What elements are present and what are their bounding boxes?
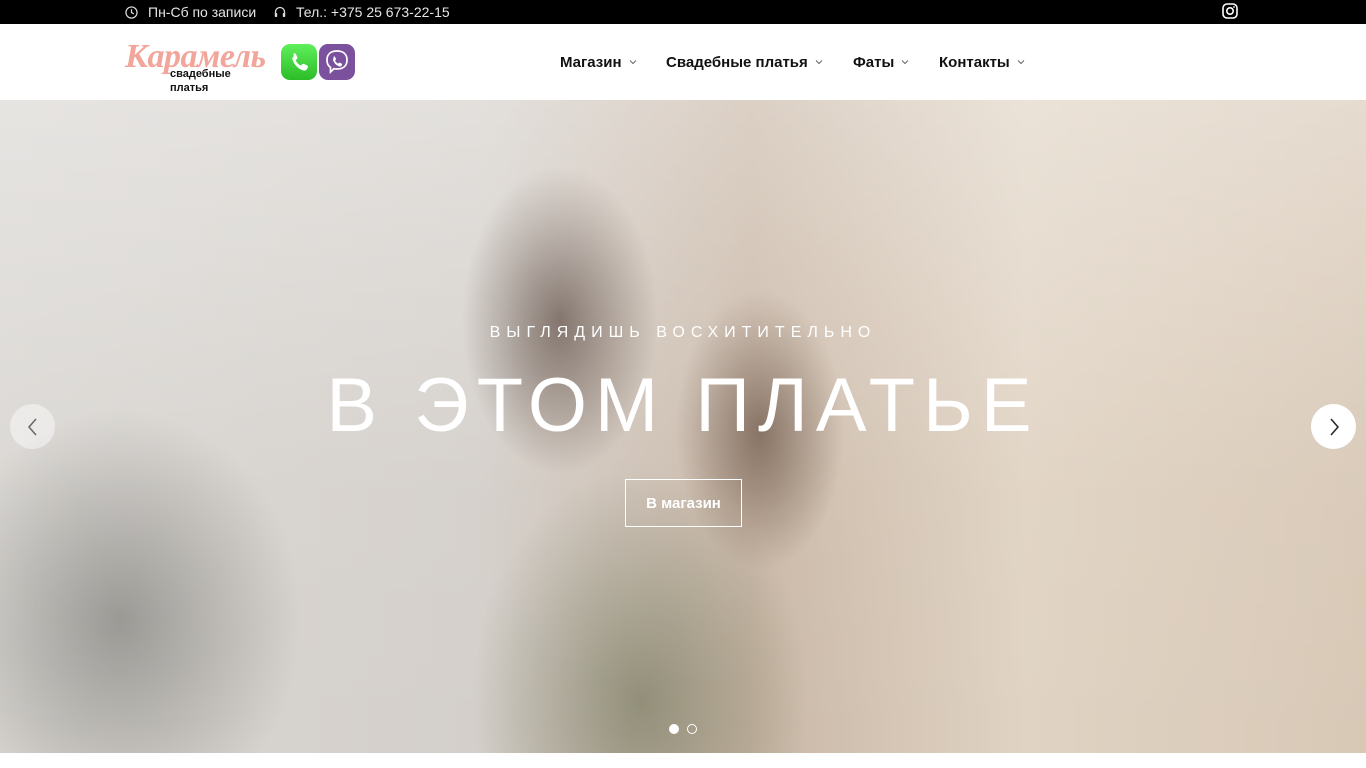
chevron-down-icon xyxy=(901,60,909,65)
nav-item-contacts[interactable]: Контакты xyxy=(939,24,1025,100)
hero-title: В ЭТОМ ПЛАТЬЕ xyxy=(326,363,1040,448)
nav-item-label: Фаты xyxy=(853,53,895,71)
slider-dot-active[interactable] xyxy=(669,724,679,734)
chevron-down-icon xyxy=(629,60,636,65)
viber-icon[interactable] xyxy=(319,44,355,80)
top-bar: Пн-Сб по записи Тел.: +375 25 673-22-15 xyxy=(0,0,1366,24)
nav-item-label: Свадебные платья xyxy=(666,53,808,71)
viber-glyph xyxy=(326,50,348,74)
phone-info[interactable]: Тел.: +375 25 673-22-15 xyxy=(274,4,450,20)
nav-item-label: Контакты xyxy=(939,53,1010,71)
hero-subtitle: ВЫГЛЯДИШЬ ВОСХИТИТЕЛЬНО xyxy=(489,324,877,341)
slider-next-button[interactable] xyxy=(1311,404,1356,449)
nav-item-veils[interactable]: Фаты xyxy=(853,24,909,100)
instagram-icon[interactable] xyxy=(1222,3,1238,19)
slider-pagination xyxy=(669,724,697,734)
nav-item-shop[interactable]: Магазин xyxy=(560,24,637,100)
whatsapp-phone-glyph xyxy=(292,53,308,71)
chevron-right-icon xyxy=(1329,418,1339,435)
shop-button[interactable]: В магазин xyxy=(625,479,742,527)
nav-item-label: Магазин xyxy=(560,53,622,71)
slider-dot[interactable] xyxy=(687,724,697,734)
whatsapp-icon[interactable] xyxy=(281,44,317,80)
headset-icon xyxy=(274,6,286,17)
chevron-down-icon xyxy=(815,60,823,65)
opening-hours: Пн-Сб по записи xyxy=(125,4,256,20)
hero-slider: ВЫГЛЯДИШЬ ВОСХИТИТЕЛЬНО В ЭТОМ ПЛАТЬЕ В … xyxy=(0,100,1366,753)
site-header: Карамель свадебные платья Магазин Свадеб… xyxy=(0,24,1366,100)
nav-item-wedding-dresses[interactable]: Свадебные платья xyxy=(666,24,823,100)
opening-hours-text: Пн-Сб по записи xyxy=(148,4,257,20)
clock-icon xyxy=(125,5,138,19)
phone-text[interactable]: Тел.: +375 25 673-22-15 xyxy=(296,4,450,20)
logo-tagline: свадебные платья xyxy=(170,68,231,94)
logo[interactable]: Карамель свадебные платья xyxy=(125,38,270,94)
chevron-down-icon xyxy=(1017,60,1025,65)
slider-prev-button[interactable] xyxy=(10,404,55,449)
chevron-left-icon xyxy=(27,418,37,435)
